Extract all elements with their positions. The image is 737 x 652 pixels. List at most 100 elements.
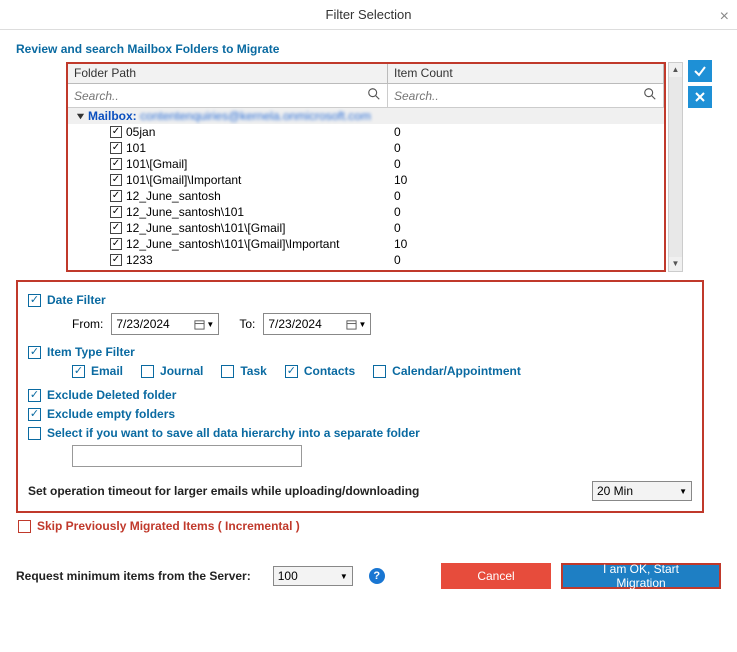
save-hierarchy-row: Select if you want to save all data hier… (28, 426, 692, 440)
table-row[interactable]: 12_June_santosh\101\[Gmail]\Important 10 (68, 236, 664, 252)
skip-checkbox[interactable] (18, 520, 31, 533)
chevron-down-icon: ▼ (679, 487, 687, 496)
table-row[interactable]: 05jan0 (68, 124, 664, 140)
folder-checkbox[interactable] (110, 174, 122, 186)
folder-name: 101\[Gmail]\Important (126, 172, 241, 188)
exclude-empty-label: Exclude empty folders (47, 407, 175, 421)
date-filter-label: Date Filter (47, 293, 106, 307)
search-row (68, 84, 664, 108)
mailbox-email: contentenquiries@kernela.onmicrosoft.com (140, 108, 371, 124)
table-row[interactable]: 1233 0 (68, 252, 664, 268)
folder-checkbox[interactable] (110, 142, 122, 154)
calendar-icon[interactable] (194, 319, 205, 330)
timeout-label: Set operation timeout for larger emails … (28, 484, 419, 498)
folder-checkbox[interactable] (110, 190, 122, 202)
folder-tree[interactable]: Mailbox: contentenquiries@kernela.onmicr… (68, 108, 664, 270)
from-date-input[interactable]: 7/23/2024 ▼ (111, 313, 219, 335)
item-type-row: Item Type Filter (28, 345, 692, 359)
check-all-button[interactable] (688, 60, 712, 82)
exclude-deleted-checkbox[interactable] (28, 389, 41, 402)
folder-name: 12_June_santosh (126, 188, 221, 204)
folder-checkbox[interactable] (110, 238, 122, 250)
exclude-empty-row: Exclude empty folders (28, 407, 692, 421)
exclude-empty-checkbox[interactable] (28, 408, 41, 421)
folder-checkbox[interactable] (110, 126, 122, 138)
mailbox-prefix: Mailbox: (88, 108, 137, 124)
to-label: To: (239, 317, 255, 331)
vertical-scrollbar[interactable]: ▲ ▼ (668, 62, 683, 272)
table-row[interactable]: 1010 (68, 140, 664, 156)
folder-name: 101\[Gmail] (126, 156, 187, 172)
contacts-checkbox[interactable] (285, 365, 298, 378)
folder-count: 0 (388, 220, 664, 236)
to-date-input[interactable]: 7/23/2024 ▼ (263, 313, 371, 335)
search-path-cell (68, 84, 388, 107)
journal-label: Journal (160, 364, 203, 378)
folder-checkbox[interactable] (110, 158, 122, 170)
task-checkbox[interactable] (221, 365, 234, 378)
journal-checkbox[interactable] (141, 365, 154, 378)
folder-checkbox[interactable] (110, 206, 122, 218)
chevron-down-icon[interactable]: ▼ (358, 320, 366, 329)
search-icon[interactable] (643, 87, 657, 101)
save-hierarchy-label: Select if you want to save all data hier… (47, 426, 420, 440)
request-label: Request minimum items from the Server: (16, 569, 251, 583)
folder-count: 0 (388, 124, 664, 140)
scroll-up-icon[interactable]: ▲ (669, 63, 682, 77)
folder-checkbox[interactable] (110, 254, 122, 266)
start-migration-button[interactable]: I am OK, Start Migration (561, 563, 721, 589)
folder-count: 0 (388, 156, 664, 172)
folder-name: 1233 (126, 252, 153, 268)
table-row[interactable]: 12_June_santosh\101 0 (68, 204, 664, 220)
cancel-button[interactable]: Cancel (441, 563, 551, 589)
close-icon[interactable]: × (720, 2, 729, 32)
task-label: Task (240, 364, 266, 378)
folder-count: 0 (388, 252, 664, 268)
help-icon[interactable]: ? (369, 568, 385, 584)
skip-row: Skip Previously Migrated Items ( Increme… (16, 519, 721, 533)
table-row[interactable]: 12_June_santosh\101\[Gmail] 0 (68, 220, 664, 236)
item-type-checkbox[interactable] (28, 346, 41, 359)
col-folder-path[interactable]: Folder Path (68, 64, 388, 83)
mailbox-count (388, 108, 664, 124)
search-icon[interactable] (367, 87, 381, 101)
search-path-input[interactable] (72, 87, 383, 105)
timeout-select[interactable]: 20 Min ▼ (592, 481, 692, 501)
search-count-input[interactable] (392, 87, 659, 105)
hierarchy-folder-input[interactable] (72, 445, 302, 467)
folder-table: Folder Path Item Count (66, 62, 666, 272)
col-item-count[interactable]: Item Count (388, 64, 664, 83)
caret-down-icon[interactable] (76, 112, 85, 121)
timeout-row: Set operation timeout for larger emails … (28, 481, 692, 501)
table-row[interactable]: 101\[Gmail]\Important10 (68, 172, 664, 188)
folder-checkbox[interactable] (110, 222, 122, 234)
table-row[interactable]: 12_June_santosh0 (68, 188, 664, 204)
email-checkbox[interactable] (72, 365, 85, 378)
calendar-label: Calendar/Appointment (392, 364, 521, 378)
calendar-icon[interactable] (346, 319, 357, 330)
chevron-down-icon[interactable]: ▼ (206, 320, 214, 329)
item-type-label: Item Type Filter (47, 345, 135, 359)
uncheck-all-button[interactable] (688, 86, 712, 108)
folder-name: 12_June_santosh\101 (126, 204, 244, 220)
date-filter-checkbox[interactable] (28, 294, 41, 307)
bottom-row: Request minimum items from the Server: 1… (16, 563, 721, 589)
table-row[interactable]: 101\[Gmail] 0 (68, 156, 664, 172)
folder-count: 0 (388, 204, 664, 220)
scroll-down-icon[interactable]: ▼ (669, 257, 682, 271)
email-label: Email (91, 364, 123, 378)
folder-count: 0 (388, 140, 664, 156)
folder-name: 12_June_santosh\101\[Gmail] (126, 220, 285, 236)
from-date-value: 7/23/2024 (116, 317, 169, 331)
save-hierarchy-checkbox[interactable] (28, 427, 41, 440)
timeout-value: 20 Min (597, 484, 633, 498)
request-value: 100 (278, 569, 298, 583)
calendar-checkbox[interactable] (373, 365, 386, 378)
folder-name: 12_June_santosh\101\[Gmail]\Important (126, 236, 339, 252)
mailbox-row[interactable]: Mailbox: contentenquiries@kernela.onmicr… (68, 108, 664, 124)
folder-count: 10 (388, 236, 664, 252)
date-range-group: From: 7/23/2024 ▼ To: 7/23/2024 ▼ (72, 313, 692, 335)
contacts-label: Contacts (304, 364, 355, 378)
request-items-select[interactable]: 100 ▼ (273, 566, 353, 586)
exclude-deleted-label: Exclude Deleted folder (47, 388, 176, 402)
